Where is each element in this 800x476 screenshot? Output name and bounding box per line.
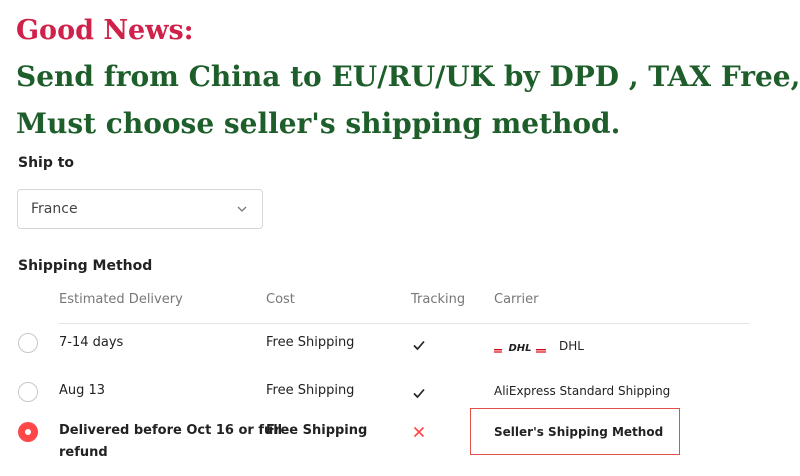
estimated-delivery-continued: refund: [59, 445, 108, 460]
estimated-delivery: 7-14 days: [59, 335, 124, 350]
chevron-down-icon: [236, 203, 248, 215]
country-select-value: France: [31, 201, 78, 217]
good-news-heading: Good News:: [16, 15, 194, 46]
ship-to-label: Ship to: [18, 155, 75, 171]
shipping-option-radio-selected[interactable]: [18, 422, 38, 442]
svg-text:DHL: DHL: [508, 343, 531, 353]
country-select[interactable]: France: [17, 189, 263, 229]
column-header-estimated-delivery: Estimated Delivery: [59, 292, 183, 307]
check-icon: [413, 340, 425, 351]
shipping-cost: Free Shipping: [266, 423, 368, 438]
table-divider: [58, 323, 750, 324]
shipping-cost: Free Shipping: [266, 335, 355, 350]
shipping-cost: Free Shipping: [266, 383, 355, 398]
column-header-carrier: Carrier: [494, 292, 539, 307]
carrier-name: AliExpress Standard Shipping: [494, 384, 671, 398]
check-icon: [413, 388, 425, 399]
dhl-logo: DHL: [494, 343, 546, 353]
column-header-tracking: Tracking: [411, 292, 466, 307]
cross-icon: [413, 426, 425, 438]
shipping-option-radio[interactable]: [18, 382, 38, 402]
carrier-name: Seller's Shipping Method: [494, 424, 664, 439]
shipping-promo-line: Send from China to EU/RU/UK by DPD , TAX…: [16, 60, 800, 93]
shipping-instruction-line: Must choose seller's shipping method.: [16, 107, 621, 140]
estimated-delivery: Aug 13: [59, 383, 106, 398]
estimated-delivery: Delivered before Oct 16 or full: [59, 423, 283, 438]
shipping-method-label: Shipping Method: [18, 258, 153, 274]
carrier-name: DHL: [559, 339, 584, 353]
shipping-option-radio[interactable]: [18, 333, 38, 353]
sellers-shipping-method-highlight: Seller's Shipping Method: [470, 408, 680, 455]
column-header-cost: Cost: [266, 292, 295, 307]
